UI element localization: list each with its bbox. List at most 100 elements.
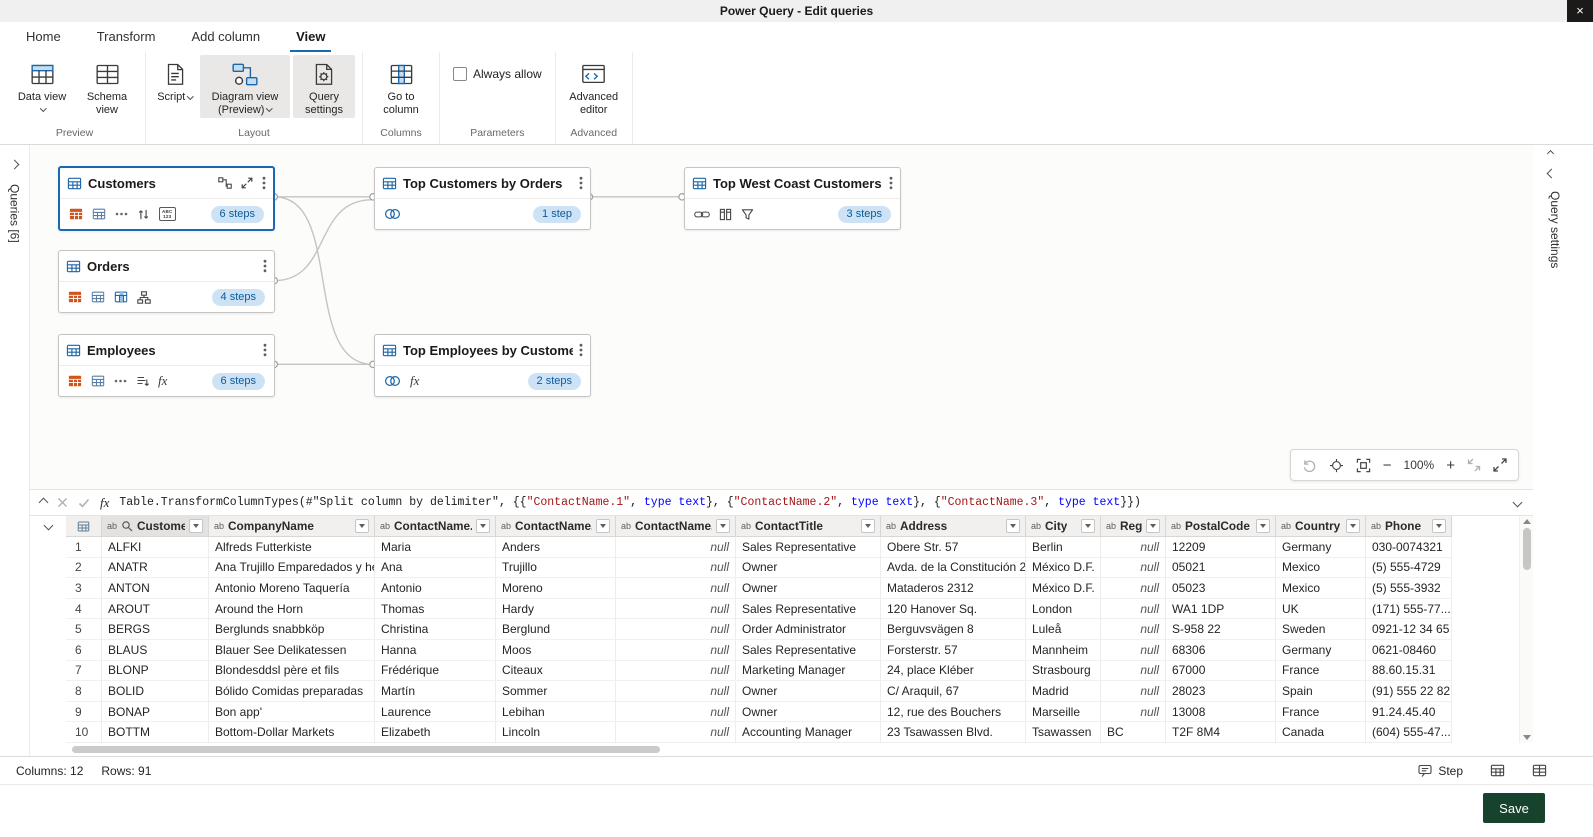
- filter-dropdown-icon[interactable]: [1006, 519, 1020, 533]
- save-button[interactable]: Save: [1483, 793, 1545, 823]
- tab-view[interactable]: View: [290, 22, 332, 52]
- column-header-companyname[interactable]: ab CompanyName: [209, 516, 375, 536]
- table-cell[interactable]: Madrid: [1026, 681, 1101, 701]
- tab-transform[interactable]: Transform: [91, 22, 162, 52]
- table-cell[interactable]: Lebihan: [496, 701, 616, 722]
- ribbon-button-advanced-editor[interactable]: Advanced editor: [563, 55, 625, 118]
- column-header-phone[interactable]: ab Phone: [1366, 516, 1452, 536]
- table-cell[interactable]: Owner: [736, 557, 881, 578]
- table-cell[interactable]: Alfreds Futterkiste: [209, 537, 375, 557]
- table-cell[interactable]: 88.60.15.31: [1366, 660, 1452, 681]
- table-cell[interactable]: London: [1026, 598, 1101, 619]
- filter-dropdown-icon[interactable]: [1256, 519, 1270, 533]
- table-cell[interactable]: Germany: [1276, 537, 1366, 557]
- table-cell[interactable]: Order Administrator: [736, 619, 881, 639]
- steps-badge[interactable]: 2 steps: [527, 372, 581, 390]
- scroll-down-icon[interactable]: [1522, 735, 1531, 740]
- table-cell[interactable]: null: [616, 537, 736, 557]
- collapse-diagram-icon[interactable]: [1467, 458, 1481, 472]
- table-cell[interactable]: Tsawassen: [1026, 722, 1101, 742]
- table-cell[interactable]: null: [616, 639, 736, 660]
- table-cell[interactable]: BONAP: [102, 701, 209, 722]
- column-header-postalcode[interactable]: ab PostalCode: [1166, 516, 1276, 536]
- table-cell[interactable]: null: [1101, 701, 1166, 722]
- filter-dropdown-icon[interactable]: [476, 519, 490, 533]
- table-cell[interactable]: Bottom-Dollar Markets: [209, 722, 375, 742]
- table-cell[interactable]: Forsterstr. 57: [881, 639, 1026, 660]
- table-cell[interactable]: 23 Tsawassen Blvd.: [881, 722, 1026, 742]
- table-cell[interactable]: Citeaux: [496, 660, 616, 681]
- table-cell[interactable]: Trujillo: [496, 557, 616, 578]
- kebab-icon[interactable]: [889, 176, 893, 190]
- table-cell[interactable]: México D.F.: [1026, 557, 1101, 578]
- table-cell[interactable]: (604) 555-47...: [1366, 722, 1452, 742]
- query-node-customers[interactable]: Customers ABC 123 6 steps: [58, 166, 275, 231]
- table-cell[interactable]: 28023: [1166, 681, 1276, 701]
- horizontal-scrollbar-thumb[interactable]: [72, 746, 660, 753]
- table-cell[interactable]: AROUT: [102, 598, 209, 619]
- table-cell[interactable]: BLONP: [102, 660, 209, 681]
- table-cell[interactable]: Around the Horn: [209, 598, 375, 619]
- zoom-out-button[interactable]: −: [1383, 457, 1392, 474]
- query-node-orders[interactable]: Orders 4 steps: [58, 250, 275, 313]
- table-cell[interactable]: null: [616, 619, 736, 639]
- table-cell[interactable]: null: [616, 557, 736, 578]
- table-cell[interactable]: Laurence: [375, 701, 496, 722]
- collapse-formula-icon[interactable]: [38, 497, 49, 508]
- ribbon-button-schema-view[interactable]: Schema view: [76, 55, 138, 118]
- table-cell[interactable]: 13008: [1166, 701, 1276, 722]
- table-cell[interactable]: Berguvsvägen 8: [881, 619, 1026, 639]
- filter-dropdown-icon[interactable]: [1346, 519, 1360, 533]
- ribbon-button-script[interactable]: Script: [153, 55, 197, 106]
- table-cell[interactable]: Berglund: [496, 619, 616, 639]
- table-cell[interactable]: C/ Araquil, 67: [881, 681, 1026, 701]
- table-cell[interactable]: S-958 22: [1166, 619, 1276, 639]
- column-header-contactname-2[interactable]: abContactName.2: [496, 516, 616, 536]
- table-cell[interactable]: Obere Str. 57: [881, 537, 1026, 557]
- schema-view-toggle-icon[interactable]: [1532, 763, 1547, 778]
- table-cell[interactable]: 91.24.45.40: [1366, 701, 1452, 722]
- table-cell[interactable]: ALFKI: [102, 537, 209, 557]
- table-cell[interactable]: Martín: [375, 681, 496, 701]
- scroll-up-icon[interactable]: [1522, 519, 1531, 524]
- expand-icon[interactable]: [241, 177, 253, 189]
- table-cell[interactable]: null: [616, 722, 736, 742]
- steps-badge[interactable]: 4 steps: [211, 288, 265, 306]
- expand-query-settings-icon[interactable]: [1546, 168, 1557, 179]
- steps-badge[interactable]: 6 steps: [211, 372, 265, 390]
- table-cell[interactable]: null: [1101, 578, 1166, 598]
- scroll-top-icon[interactable]: [1546, 149, 1555, 158]
- table-cell[interactable]: ANTON: [102, 578, 209, 598]
- query-node-top-employees-by-customers[interactable]: Top Employees by Customers fx 2 steps: [374, 334, 591, 397]
- table-cell[interactable]: BC: [1101, 722, 1166, 742]
- table-cell[interactable]: null: [1101, 681, 1166, 701]
- always-allow-checkbox[interactable]: Always allow: [453, 67, 542, 81]
- query-node-employees[interactable]: Employees fx 6 steps: [58, 334, 275, 397]
- formula-input[interactable]: Table.TransformColumnTypes(#"Split colum…: [119, 496, 1504, 509]
- table-cell[interactable]: 05021: [1166, 557, 1276, 578]
- table-cell[interactable]: (5) 555-4729: [1366, 557, 1452, 578]
- column-header-contacttitle[interactable]: ab ContactTitle: [736, 516, 881, 536]
- table-cell[interactable]: Hanna: [375, 639, 496, 660]
- table-cell[interactable]: Mannheim: [1026, 639, 1101, 660]
- table-cell[interactable]: Strasbourg: [1026, 660, 1101, 681]
- table-cell[interactable]: Canada: [1276, 722, 1366, 742]
- table-cell[interactable]: Accounting Manager: [736, 722, 881, 742]
- steps-badge[interactable]: 1 step: [533, 205, 581, 223]
- table-cell[interactable]: Blondesddsl père et fils: [209, 660, 375, 681]
- kebab-icon[interactable]: [263, 343, 267, 357]
- table-cell[interactable]: null: [1101, 660, 1166, 681]
- step-button[interactable]: Step: [1418, 764, 1463, 778]
- column-header-country[interactable]: ab Country: [1276, 516, 1366, 536]
- table-cell[interactable]: 120 Hanover Sq.: [881, 598, 1026, 619]
- filter-dropdown-icon[interactable]: [189, 519, 203, 533]
- diagram-link-icon[interactable]: [218, 177, 232, 189]
- filter-dropdown-icon[interactable]: [1146, 519, 1160, 533]
- table-cell[interactable]: Anders: [496, 537, 616, 557]
- query-node-top-west-coast-customers[interactable]: Top West Coast Customers 3 steps: [684, 167, 901, 230]
- table-cell[interactable]: 0621-08460: [1366, 639, 1452, 660]
- table-cell[interactable]: Blauer See Delikatessen: [209, 639, 375, 660]
- table-cell[interactable]: Sales Representative: [736, 598, 881, 619]
- filter-dropdown-icon[interactable]: [716, 519, 730, 533]
- table-cell[interactable]: France: [1276, 701, 1366, 722]
